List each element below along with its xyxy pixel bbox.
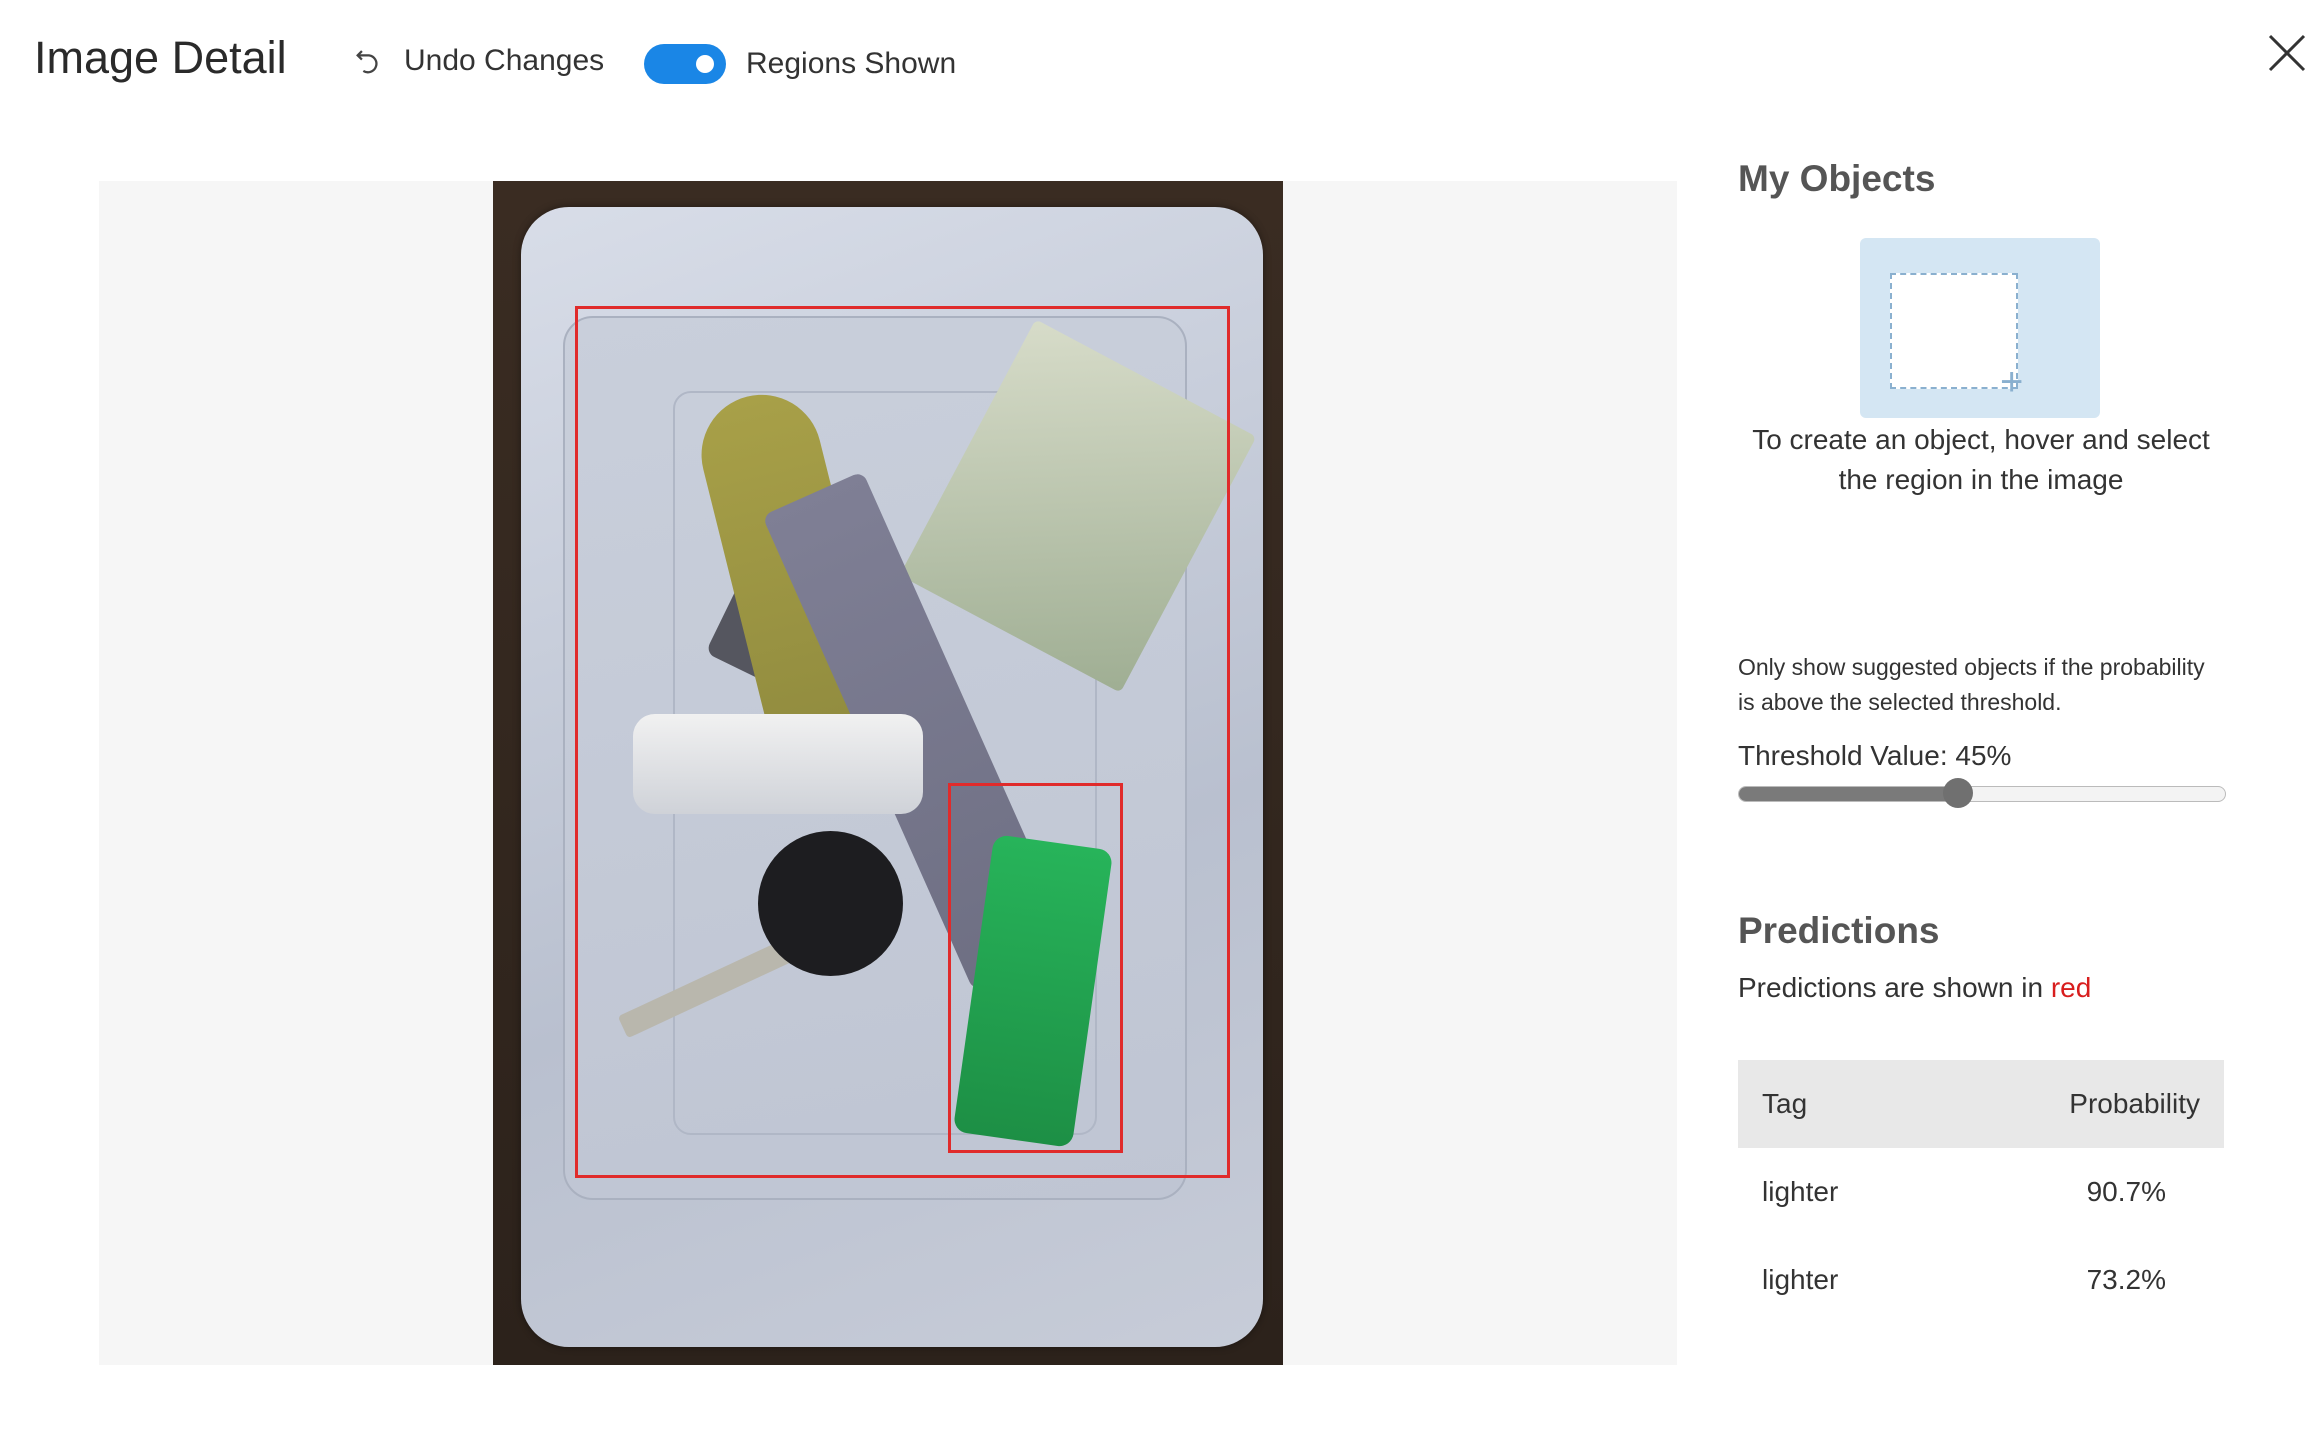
plus-icon: +	[2000, 360, 2024, 404]
dashed-region-icon	[1890, 273, 2018, 389]
undo-changes-button[interactable]: Undo Changes	[352, 44, 604, 78]
predictions-color-word: red	[2050, 972, 2092, 1003]
threshold-slider[interactable]	[1738, 778, 2226, 808]
regions-shown-control: Regions Shown	[644, 44, 956, 84]
regions-shown-toggle[interactable]	[644, 44, 726, 84]
predictions-heading: Predictions	[1738, 910, 1940, 951]
prediction-region[interactable]	[948, 783, 1123, 1153]
tag-cell: lighter	[1762, 1264, 1839, 1295]
create-object-illustration: +	[1860, 238, 2100, 418]
slider-thumb[interactable]	[1942, 778, 1973, 808]
image-viewer[interactable]	[99, 181, 1677, 1365]
threshold-description: Only show suggested objects if the proba…	[1738, 654, 2205, 715]
predictions-description: Predictions are shown in red	[1738, 972, 2091, 1004]
table-header: Tag Probability	[1738, 1060, 2224, 1148]
create-object-hint: To create an object, hover and select th…	[1752, 424, 2210, 495]
photo[interactable]	[493, 181, 1283, 1365]
prediction-region[interactable]	[575, 306, 1230, 1178]
regions-shown-label: Regions Shown	[746, 47, 957, 80]
predictions-desc-text: Predictions are shown in	[1738, 972, 2044, 1003]
table-row[interactable]: lighter 90.7%	[1738, 1148, 2224, 1236]
tag-cell: lighter	[1762, 1176, 1839, 1207]
table-row[interactable]: lighter 73.2%	[1738, 1236, 2224, 1324]
probability-cell: 73.2%	[2086, 1264, 2166, 1295]
tag-column-header: Tag	[1762, 1088, 1808, 1119]
toggle-knob	[696, 55, 714, 73]
page-title: Image Detail	[34, 32, 287, 83]
close-icon[interactable]	[2266, 32, 2308, 74]
undo-icon	[356, 50, 378, 74]
probability-column-header: Probability	[2069, 1088, 2200, 1119]
predictions-table: Tag Probability lighter 90.7% lighter 73…	[1738, 1060, 2224, 1324]
undo-changes-label: Undo Changes	[404, 44, 605, 77]
my-objects-heading: My Objects	[1738, 158, 1936, 199]
probability-cell: 90.7%	[2086, 1176, 2166, 1207]
slider-fill	[1739, 787, 1958, 801]
threshold-label: Threshold Value: 45%	[1738, 740, 2012, 771]
